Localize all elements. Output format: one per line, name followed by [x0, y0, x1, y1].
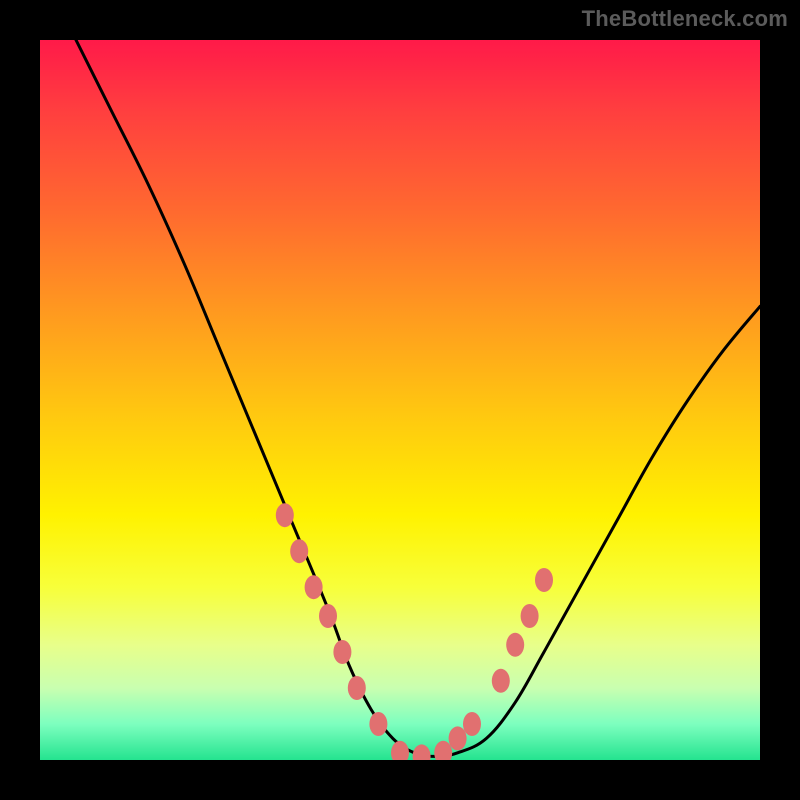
highlight-dot: [348, 676, 366, 700]
highlight-dot: [492, 669, 510, 693]
curve-path: [76, 40, 760, 756]
highlight-dot: [369, 712, 387, 736]
highlight-dot: [506, 633, 524, 657]
highlight-dots-group: [276, 503, 553, 760]
highlight-dot: [333, 640, 351, 664]
highlight-dot: [305, 575, 323, 599]
highlight-dot: [463, 712, 481, 736]
highlight-dot: [391, 741, 409, 760]
highlight-dot: [413, 744, 431, 760]
highlight-dot: [449, 726, 467, 750]
highlight-dot: [535, 568, 553, 592]
highlight-dot: [319, 604, 337, 628]
highlight-dot: [521, 604, 539, 628]
bottleneck-curve-line: [76, 40, 760, 756]
highlight-dot: [290, 539, 308, 563]
watermark-text: TheBottleneck.com: [582, 6, 788, 32]
highlight-dot: [434, 741, 452, 760]
plot-gradient-background: [40, 40, 760, 760]
highlight-dot: [276, 503, 294, 527]
chart-frame: TheBottleneck.com: [0, 0, 800, 800]
bottleneck-curve-svg: [40, 40, 760, 760]
